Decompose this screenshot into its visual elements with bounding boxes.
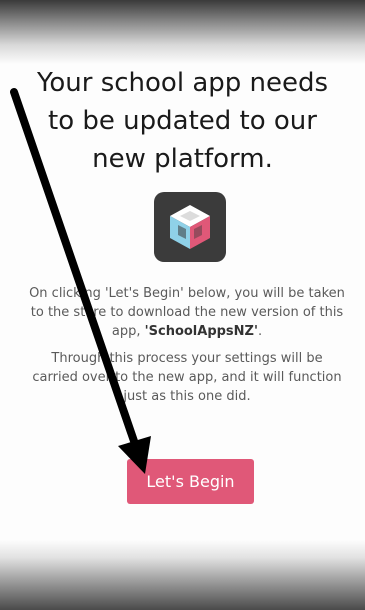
lets-begin-button[interactable]: Let's Begin	[127, 459, 254, 504]
update-headline: Your school app needs to be updated to o…	[36, 68, 329, 174]
store-redirect-paragraph: On clicking 'Let's Begin' below, you wil…	[28, 284, 346, 341]
cube-logo-graphic	[170, 205, 210, 249]
settings-carryover-paragraph: Through this process your settings will …	[32, 351, 342, 404]
top-shade	[0, 0, 365, 64]
app-name-text: 'SchoolAppsNZ'	[144, 324, 258, 339]
bottom-shade	[0, 540, 365, 610]
store-redirect-end: .	[257, 324, 263, 339]
app-update-screen: Your school app needs to be updated to o…	[0, 0, 365, 610]
schoolapps-cube-icon	[154, 192, 226, 262]
